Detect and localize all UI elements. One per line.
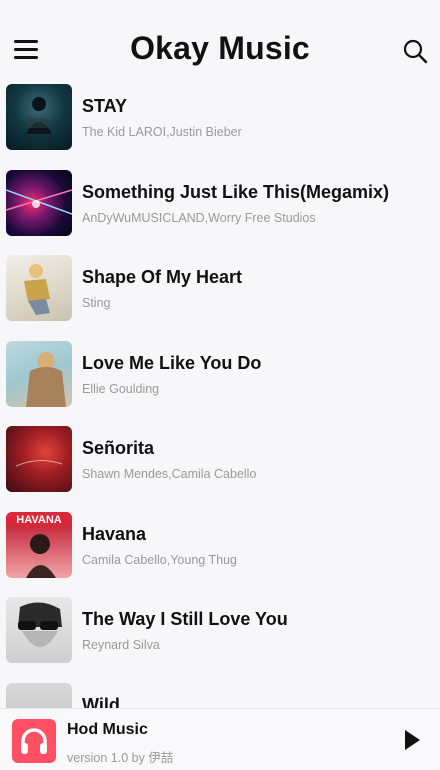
search-icon[interactable] — [402, 38, 428, 64]
song-item-something-just-like-this[interactable]: Something Just Like This(Megamix) AnDyWu… — [0, 169, 440, 256]
song-item-love-me-like-you-do[interactable]: Love Me Like You Do Ellie Goulding — [0, 340, 440, 427]
album-cover — [6, 84, 72, 150]
song-title: Havana — [82, 523, 147, 544]
song-title: Wild — [82, 694, 120, 709]
album-cover — [6, 426, 72, 492]
player-bar[interactable]: Hod Music version 1.0 by 伊喆 — [0, 708, 440, 770]
app-root: Okay Music STAY The Kid LAROI,Justin Bie… — [0, 0, 440, 770]
player-version: version 1.0 by 伊喆 — [67, 751, 174, 765]
app-header: Okay Music — [0, 0, 440, 84]
song-artist: Reynard Silva — [82, 638, 160, 652]
album-cover — [6, 597, 72, 663]
song-list: STAY The Kid LAROI,Justin Bieber Somethi… — [0, 84, 440, 708]
album-cover — [6, 255, 72, 321]
page-title: Okay Music — [130, 30, 310, 66]
song-title: STAY — [82, 96, 128, 116]
play-icon[interactable] — [402, 729, 422, 751]
song-item-senorita[interactable]: Señorita Shawn Mendes,Camila Cabello — [0, 426, 440, 512]
song-item-the-way-i-still-love-you[interactable]: The Way I Still Love You Reynard Silva — [0, 597, 440, 683]
song-artist: The Kid LAROI,Justin Bieber — [82, 125, 242, 139]
song-artist: Camila Cabello,Young Thug — [82, 552, 237, 567]
song-artist: Sting — [82, 296, 111, 310]
song-item-wild[interactable]: Wild — [0, 682, 440, 709]
song-item-shape-of-my-heart[interactable]: Shape Of My Heart Sting — [0, 255, 440, 341]
song-title: Love Me Like You Do — [82, 352, 262, 373]
player-app-name: Hod Music — [67, 721, 148, 738]
headphones-icon — [12, 719, 56, 763]
album-cover — [6, 169, 72, 236]
song-title: Something Just Like This(Megamix) — [82, 181, 390, 202]
song-artist: Shawn Mendes,Camila Cabello — [82, 467, 257, 481]
svg-text:HAVANA: HAVANA — [16, 514, 61, 526]
song-artist: AnDyWuMUSICLAND,Worry Free Studios — [82, 210, 316, 225]
song-title: Shape Of My Heart — [82, 267, 243, 287]
album-cover: HAVANA — [6, 511, 72, 578]
song-item-havana[interactable]: HAVANA Havana Camila Cabello,Young Thug — [0, 511, 440, 598]
album-cover — [6, 340, 72, 407]
song-artist: Ellie Goulding — [82, 381, 160, 396]
song-title: The Way I Still Love You — [82, 609, 288, 629]
song-item-stay[interactable]: STAY The Kid LAROI,Justin Bieber — [0, 84, 440, 170]
album-cover — [6, 682, 72, 708]
song-title: Señorita — [82, 438, 155, 458]
